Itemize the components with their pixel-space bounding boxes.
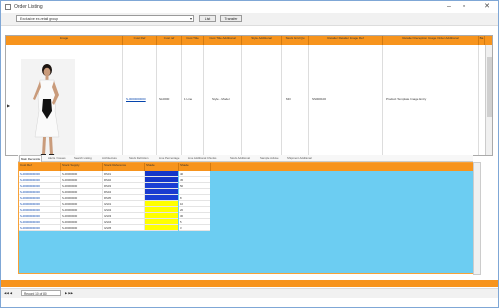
- status-strip: [1, 280, 498, 287]
- row-link[interactable]: S-0000000000: [126, 97, 146, 101]
- row-cust-ref[interactable]: S-00000000000: [19, 225, 61, 231]
- pager-next-buttons[interactable]: ▶ ▶▶: [65, 291, 73, 295]
- column-header[interactable]: Cust Title Additional: [204, 36, 242, 45]
- pager-prev-buttons[interactable]: ◀◀ ◀: [4, 291, 12, 295]
- tab-main-reconcile[interactable]: Main Reconcile: [19, 155, 43, 162]
- shade-swatch: [145, 225, 178, 231]
- column-header[interactable]: Retailer Retailer Image Ref: [309, 36, 383, 45]
- transfer-button[interactable]: Transfer: [220, 15, 242, 22]
- table-row[interactable]: ▶ S-0000000000 SL0000 1 Line Style - Mod…: [6, 45, 492, 155]
- column-header[interactable]: Shade: [145, 163, 179, 171]
- tab-architecture[interactable]: Architecture: [102, 155, 117, 161]
- column-header[interactable]: Stock Reference: [103, 163, 145, 171]
- column-header[interactable]: Stock Supply: [61, 163, 103, 171]
- tab-stock-additional[interactable]: Stock Additional: [230, 155, 250, 161]
- row-selector-icon: ▶: [7, 103, 11, 108]
- column-header[interactable]: Shade: [179, 163, 211, 171]
- column-header[interactable]: Image: [6, 36, 123, 45]
- tab-stock-definition[interactable]: Stock Definition: [129, 155, 148, 161]
- main-grid-header: Image Cust Ref Cust ref Cust Title Cust …: [6, 36, 492, 45]
- tab-search-listing[interactable]: Search Listing: [74, 155, 92, 161]
- row-grid: MO: [286, 97, 291, 101]
- tab-line-additional[interactable]: Line Additional Chunks: [188, 155, 216, 161]
- row-qty: 1 Line: [184, 97, 193, 101]
- scrollbar-thumb[interactable]: [487, 57, 492, 117]
- row-stock-reference: GS05: [103, 225, 145, 231]
- column-header[interactable]: Cust ref: [157, 36, 182, 45]
- group-dropdown[interactable]: Exclusive ex-retail group ▾: [16, 15, 194, 22]
- column-header[interactable]: Cust Ref: [19, 163, 61, 171]
- detail-scrollbar[interactable]: [473, 162, 481, 275]
- product-photo: [21, 59, 75, 155]
- column-header[interactable]: Stock Grid Qu: [282, 36, 309, 45]
- column-header[interactable]: Cust Title: [182, 36, 204, 45]
- column-header[interactable]: Retailer Reception Image Order Additiona…: [383, 36, 479, 45]
- row-style: Style - Model: [212, 97, 230, 101]
- row-shade-value: 3: [179, 225, 210, 231]
- row-ref: SS000100: [312, 97, 327, 101]
- detail-grid-header: Cust Ref Stock Supply Stock Reference Sh…: [19, 163, 474, 171]
- minimize-button[interactable]: –: [442, 1, 456, 13]
- row-stock-supply: S-00000000: [61, 225, 103, 231]
- close-button[interactable]: ✕: [476, 1, 498, 13]
- maximize-button[interactable]: ▫: [457, 1, 471, 13]
- tab-alerts[interactable]: Alerts / Issues: [48, 155, 66, 161]
- column-header[interactable]: Ba: [479, 36, 485, 45]
- detail-panel: Cust Ref Stock Supply Stock Reference Sh…: [18, 162, 475, 274]
- table-row[interactable]: S-00000000000 S-00000000 GS05 3: [19, 225, 474, 231]
- tab-shipment-additional[interactable]: Shipment Additional: [287, 155, 312, 161]
- record-position[interactable]: Record 10 of 80: [21, 290, 61, 296]
- row-code: SL0000: [159, 97, 170, 101]
- chevron-down-icon: ▾: [189, 16, 192, 21]
- main-grid: Image Cust Ref Cust ref Cust Title Cust …: [5, 35, 493, 156]
- record-navigator: ◀◀ ◀ Record 10 of 80 ▶ ▶▶: [1, 288, 498, 298]
- app-window: Order Listing – ▫ ✕ Exclusive ex-retail …: [0, 0, 499, 308]
- tab-line-percentage[interactable]: Line Percentage: [159, 155, 179, 161]
- row-description: Product Template Image Entry: [386, 97, 427, 101]
- group-dropdown-value: Exclusive ex-retail group: [20, 17, 59, 21]
- column-header[interactable]: Style Additional: [242, 36, 282, 45]
- list-button[interactable]: List: [199, 15, 216, 22]
- column-header[interactable]: Cust Ref: [123, 36, 157, 45]
- detail-tabs: Main Reconcile Alerts / Issues Search Li…: [18, 155, 473, 162]
- empty-area: [211, 225, 474, 231]
- toolbar: Exclusive ex-retail group ▾ List Transfe…: [1, 13, 498, 26]
- record-position-text: Record 10 of 80: [24, 292, 47, 296]
- tab-sample-advise[interactable]: Sample Advise: [260, 155, 279, 161]
- vertical-scrollbar[interactable]: [485, 45, 492, 155]
- title-bar: Order Listing – ▫ ✕: [1, 1, 498, 13]
- app-icon: [5, 4, 11, 10]
- window-title: Order Listing: [14, 4, 43, 10]
